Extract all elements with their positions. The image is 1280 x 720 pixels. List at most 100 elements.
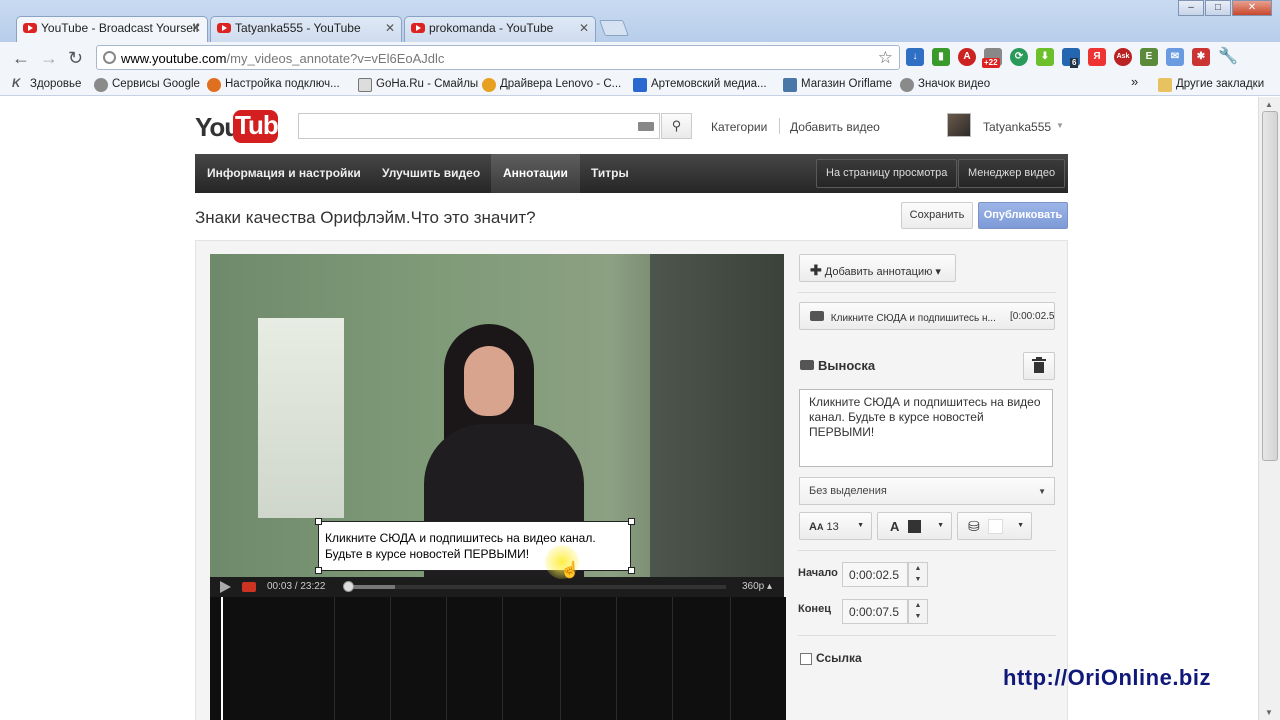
annotation-list-item[interactable]: Кликните СЮДА и подпишитесь н... [0:00:0…: [799, 302, 1055, 330]
chevron-down-icon[interactable]: ▼: [1056, 121, 1064, 130]
resize-handle[interactable]: [315, 518, 322, 525]
highlight-select[interactable]: Без выделения ▼: [799, 477, 1055, 505]
bookmark-item[interactable]: Значок видео: [900, 78, 990, 92]
tab-captions[interactable]: Титры: [579, 154, 641, 193]
address-bar[interactable]: www.youtube.com/my_videos_annotate?v=vEl…: [96, 45, 900, 70]
chevron-down-icon: ▼: [1017, 522, 1024, 529]
other-bookmarks-folder[interactable]: Другие закладки: [1158, 78, 1264, 92]
link-checkbox[interactable]: [800, 653, 812, 665]
tab-enhancements[interactable]: Улучшить видео: [370, 154, 492, 193]
view-page-button[interactable]: На страницу просмотра: [816, 159, 958, 188]
tab-youtube-broadcast[interactable]: YouTube - Broadcast Yourself ✕: [16, 16, 208, 42]
text-color-dropdown[interactable]: A ▼: [877, 512, 952, 540]
bookmark-item[interactable]: Настройка подключ...: [207, 78, 340, 92]
end-time-input[interactable]: 0:00:07.5: [842, 599, 908, 624]
mute-icon[interactable]: [242, 582, 256, 592]
bookmark-star-icon[interactable]: ☆: [878, 48, 893, 68]
email-ext-icon[interactable]: ✉: [1166, 48, 1184, 66]
bookmark-item[interactable]: K Здоровье: [12, 78, 81, 90]
chevron-down-icon[interactable]: ▼: [915, 576, 922, 583]
evernote-ext-icon[interactable]: E: [1140, 48, 1158, 66]
reload-icon[interactable]: ↻: [68, 48, 83, 69]
driver-icon: [482, 78, 496, 92]
timeline-gridline: [446, 597, 447, 720]
bookmark-label: Драйвера Lenovo - С...: [500, 78, 622, 90]
bookmark-item[interactable]: Драйвера Lenovo - С...: [482, 78, 622, 92]
bookmark-item[interactable]: GoHa.Ru - Смайлы: [358, 78, 478, 92]
categories-link[interactable]: Категории: [711, 120, 767, 134]
bookmark-item[interactable]: Артемовский медиа...: [633, 78, 767, 92]
resize-handle[interactable]: [315, 567, 322, 574]
tab-close-icon[interactable]: ✕: [385, 21, 395, 35]
chevron-down-icon[interactable]: ▼: [915, 613, 922, 620]
notifications-ext-icon[interactable]: +22: [982, 48, 1002, 68]
close-window-icon[interactable]: ✕: [1232, 0, 1272, 16]
k-icon: K: [12, 78, 21, 90]
tab-prokomanda[interactable]: prokomanda - YouTube ✕: [404, 16, 596, 42]
browser-tabstrip: YouTube - Broadcast Yourself ✕ Tatyanka5…: [0, 0, 1280, 42]
more-bookmarks-icon[interactable]: »: [1131, 74, 1138, 89]
new-tab-button[interactable]: [599, 20, 629, 36]
tab-close-icon[interactable]: ✕: [191, 21, 201, 35]
page-content: You Tube ⚲ Категории Добавить видео Taty…: [0, 97, 1258, 720]
chevron-up-icon[interactable]: ▲: [915, 602, 922, 609]
start-time-input[interactable]: 0:00:02.5: [842, 562, 908, 587]
quality-selector[interactable]: 360p ▴: [742, 581, 772, 592]
download-ext-icon[interactable]: ↓: [906, 48, 924, 66]
upload-video-link[interactable]: Добавить видео: [790, 120, 880, 134]
annotation-timeline[interactable]: [210, 597, 786, 720]
minimize-icon[interactable]: –: [1178, 0, 1204, 16]
bookmarks-bar: K Здоровье Сервисы Google Настройка подкл…: [0, 74, 1280, 96]
tab-tatyanka555[interactable]: Tatyanka555 - YouTube ✕: [210, 16, 402, 42]
play-icon[interactable]: [220, 581, 231, 593]
keyboard-icon[interactable]: [638, 122, 654, 131]
chevron-up-icon[interactable]: ▲: [915, 565, 922, 572]
chevron-down-icon: ▼: [1038, 487, 1046, 496]
back-icon[interactable]: ←: [12, 48, 30, 69]
annotation-overlay[interactable]: Кликните СЮДА и подпишитесь на видео кан…: [318, 521, 631, 571]
scrollbar-thumb[interactable]: [1262, 111, 1278, 461]
maximize-icon[interactable]: □: [1205, 0, 1231, 16]
page-scrollbar[interactable]: ▲ ▼: [1258, 97, 1280, 720]
font-size-dropdown[interactable]: AA 13 ▼: [799, 512, 872, 540]
video-manager-button[interactable]: Менеджер видео: [958, 159, 1066, 188]
ask-ext-icon[interactable]: Ask: [1114, 48, 1132, 66]
resize-handle[interactable]: [628, 567, 635, 574]
annotation-type-heading: Выноска: [800, 358, 875, 373]
forward-icon[interactable]: →: [40, 48, 58, 69]
yandex-ext-icon[interactable]: Я: [1088, 48, 1106, 66]
add-annotation-button[interactable]: ✚ Добавить аннотацию ▾: [799, 254, 956, 282]
progress-track[interactable]: [346, 585, 726, 589]
progress-handle[interactable]: [343, 581, 354, 592]
wrench-icon[interactable]: 🔧: [1218, 48, 1238, 66]
tab-close-icon[interactable]: ✕: [579, 21, 589, 35]
bookmark-item[interactable]: Магазин Oriflame: [783, 78, 892, 92]
youtube-logo[interactable]: You Tube: [195, 110, 292, 144]
tab-info-settings[interactable]: Информация и настройки: [195, 154, 373, 193]
url-domain: www.youtube.com: [121, 51, 227, 66]
delete-annotation-button[interactable]: [1023, 352, 1055, 380]
stats-ext-icon[interactable]: ▮: [932, 48, 950, 66]
bookmark-item[interactable]: Сервисы Google: [94, 78, 200, 92]
divider: [798, 550, 1056, 551]
save-button[interactable]: Сохранить: [901, 202, 973, 229]
search-button[interactable]: ⚲: [661, 113, 692, 139]
end-time-stepper[interactable]: ▲ ▼: [908, 599, 928, 624]
scroll-down-icon[interactable]: ▼: [1265, 708, 1273, 717]
settings-ext-icon[interactable]: ✱: [1192, 48, 1210, 66]
scroll-up-icon[interactable]: ▲: [1265, 100, 1273, 109]
timeline-playhead[interactable]: [221, 597, 223, 720]
search-input[interactable]: [298, 113, 660, 139]
tab-annotations[interactable]: Аннотации: [491, 154, 580, 193]
vk-ext-icon[interactable]: 6: [1062, 48, 1080, 68]
start-time-stepper[interactable]: ▲ ▼: [908, 562, 928, 587]
resize-handle[interactable]: [628, 518, 635, 525]
publish-button[interactable]: Опубликовать: [978, 202, 1068, 229]
green-arrow-ext-icon[interactable]: ⬇: [1036, 48, 1054, 66]
sync-ext-icon[interactable]: ⟳: [1010, 48, 1028, 66]
adblock-ext-icon[interactable]: A: [958, 48, 976, 66]
avatar[interactable]: [947, 113, 971, 137]
annotation-text-field[interactable]: Кликните СЮДА и подпишитесь на видео кан…: [799, 389, 1053, 467]
background-color-dropdown[interactable]: ⛁ ▼: [957, 512, 1032, 540]
username[interactable]: Tatyanka555: [983, 120, 1051, 134]
